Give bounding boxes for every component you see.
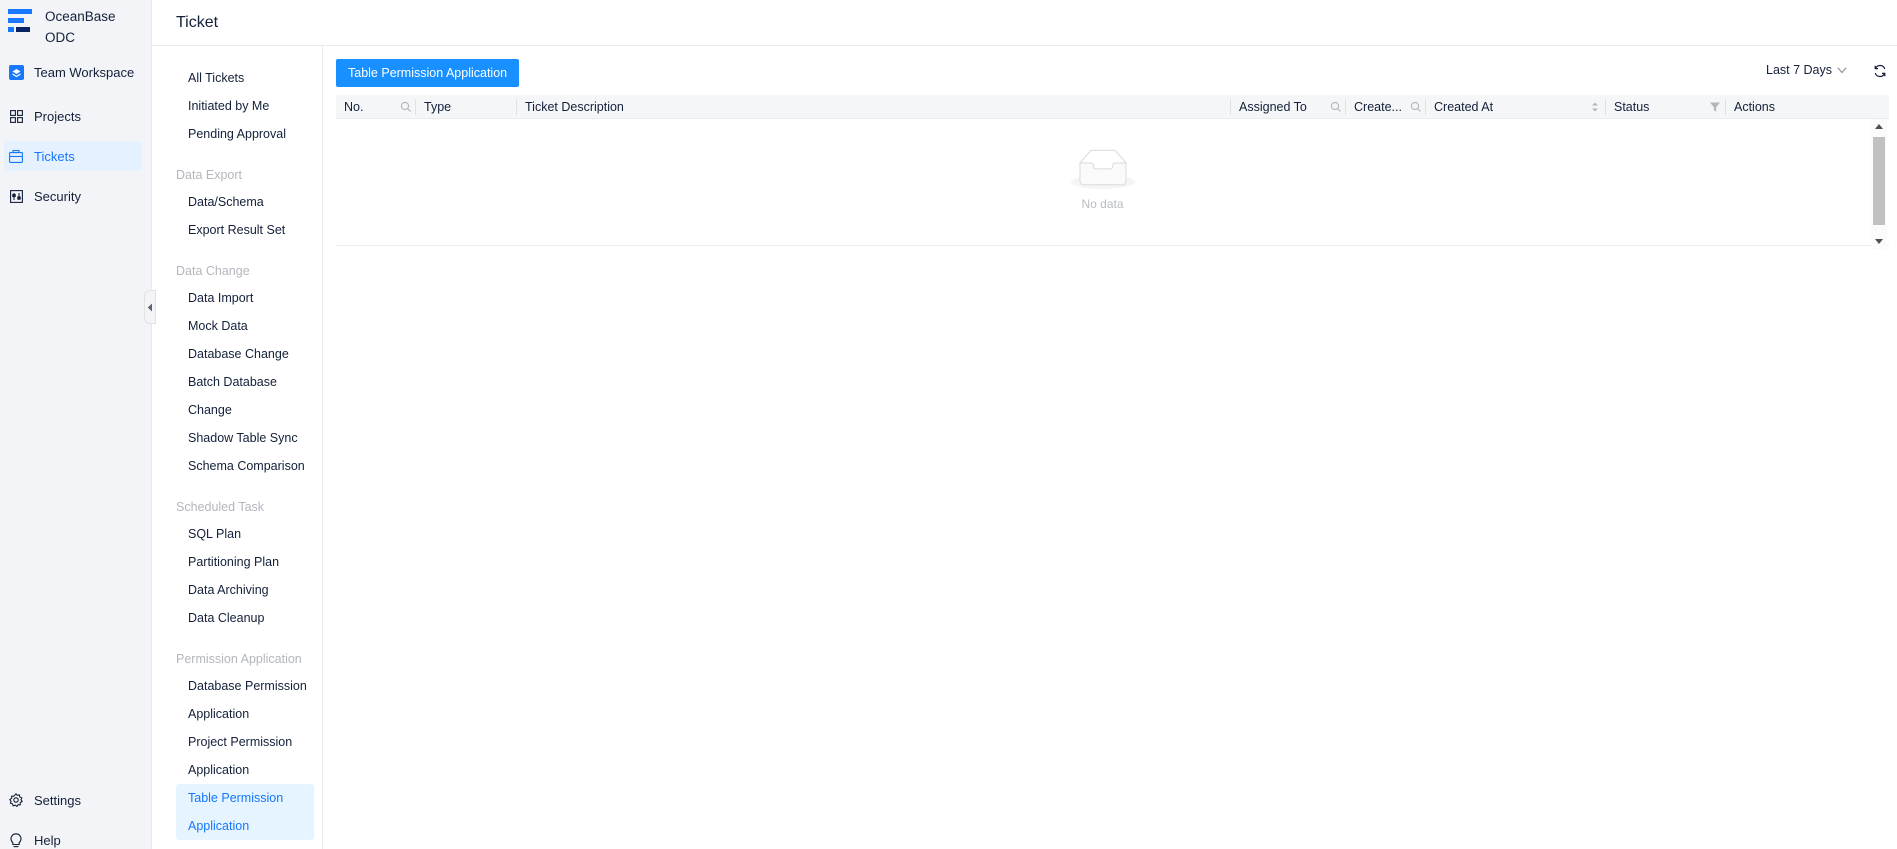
empty-inbox-icon bbox=[1070, 149, 1135, 189]
menu-group-data-change: Data Change bbox=[176, 264, 250, 278]
nav-projects[interactable]: Projects bbox=[4, 101, 142, 131]
create-table-permission-button[interactable]: Table Permission Application bbox=[336, 59, 520, 87]
column-type: Type bbox=[424, 100, 452, 114]
column-actions: Actions bbox=[1734, 100, 1775, 114]
menu-pending-approval[interactable]: Pending Approval bbox=[176, 120, 314, 148]
menu-database-permission[interactable]: Database Permission bbox=[176, 672, 314, 700]
search-icon[interactable] bbox=[1409, 100, 1423, 114]
lightbulb-icon bbox=[8, 832, 24, 848]
ticket-menu: All Tickets Initiated by Me Pending Appr… bbox=[152, 46, 323, 849]
nav-tickets-label: Tickets bbox=[34, 148, 75, 164]
scroll-down-icon[interactable] bbox=[1875, 239, 1883, 244]
column-no: No. bbox=[344, 100, 364, 114]
workspace-icon bbox=[8, 64, 24, 80]
menu-table-permission-application[interactable]: Table Permission Application bbox=[176, 784, 314, 840]
brand-line-2: ODC bbox=[45, 30, 75, 45]
brand-line-1: OceanBase bbox=[45, 9, 116, 24]
menu-schema-comparison[interactable]: Schema Comparison bbox=[176, 452, 314, 480]
brand-name: OceanBase ODC bbox=[45, 6, 116, 48]
nav-help[interactable]: Help bbox=[4, 825, 142, 849]
oceanbase-logo-icon bbox=[8, 9, 32, 43]
menu-database-permission-line2[interactable]: Application bbox=[176, 700, 314, 728]
menu-database-change[interactable]: Database Change bbox=[176, 340, 314, 368]
menu-data-schema[interactable]: Data/Schema bbox=[176, 188, 314, 216]
column-assigned-to: Assigned To bbox=[1239, 100, 1307, 114]
menu-table-permission-line1: Table Permission bbox=[188, 791, 284, 805]
refresh-icon bbox=[1874, 64, 1886, 78]
date-range-label: Last 7 Days bbox=[1766, 63, 1833, 77]
scrollbar-thumb[interactable] bbox=[1873, 137, 1885, 225]
table-body: No data bbox=[336, 119, 1889, 246]
menu-group-data-export: Data Export bbox=[176, 168, 243, 182]
column-created-by: Create... bbox=[1354, 100, 1402, 114]
menu-group-scheduled-task: Scheduled Task bbox=[176, 500, 265, 514]
nav-security[interactable]: Security bbox=[4, 181, 142, 211]
menu-data-import[interactable]: Data Import bbox=[176, 284, 314, 312]
table-header: No. Type Ticket Description Assigned To … bbox=[336, 95, 1889, 119]
menu-export-result-set[interactable]: Export Result Set bbox=[176, 216, 314, 244]
menu-project-permission-line2[interactable]: Application bbox=[176, 756, 314, 784]
menu-all-tickets[interactable]: All Tickets bbox=[176, 64, 314, 92]
column-status: Status bbox=[1614, 100, 1650, 114]
empty-state: No data bbox=[336, 149, 1869, 211]
nav-security-label: Security bbox=[34, 188, 81, 204]
filter-icon[interactable] bbox=[1708, 100, 1722, 114]
menu-mock-data[interactable]: Mock Data bbox=[176, 312, 314, 340]
search-icon[interactable] bbox=[1329, 100, 1343, 114]
column-ticket-description: Ticket Description bbox=[525, 100, 624, 114]
empty-state-text: No data bbox=[1081, 197, 1124, 211]
menu-data-archiving[interactable]: Data Archiving bbox=[176, 576, 314, 604]
date-range-filter[interactable]: Last 7 Days bbox=[1766, 63, 1847, 77]
nav-tickets[interactable]: Tickets bbox=[4, 141, 142, 171]
menu-table-permission-line2: Application bbox=[188, 819, 250, 833]
chevron-down-icon bbox=[1837, 66, 1847, 73]
menu-group-permission-application: Permission Application bbox=[176, 652, 302, 666]
ticket-icon bbox=[8, 148, 24, 164]
menu-batch-database-change-line2[interactable]: Change bbox=[176, 396, 314, 424]
nav-help-label: Help bbox=[34, 832, 61, 848]
nav-settings-label: Settings bbox=[34, 792, 81, 808]
menu-sql-plan[interactable]: SQL Plan bbox=[176, 520, 314, 548]
workspace-switcher[interactable]: Team Workspace bbox=[4, 57, 142, 87]
security-icon bbox=[8, 188, 24, 204]
gear-icon bbox=[8, 792, 24, 808]
menu-initiated-by-me[interactable]: Initiated by Me bbox=[176, 92, 314, 120]
menu-shadow-table-sync[interactable]: Shadow Table Sync bbox=[176, 424, 314, 452]
global-sidebar: OceanBase ODC Team Workspace Projects Ti… bbox=[0, 0, 156, 849]
grid-icon bbox=[8, 108, 24, 124]
menu-batch-database-change[interactable]: Batch Database bbox=[176, 368, 314, 396]
workspace-label: Team Workspace bbox=[34, 64, 135, 80]
nav-projects-label: Projects bbox=[34, 108, 81, 124]
tickets-table: No. Type Ticket Description Assigned To … bbox=[336, 95, 1889, 246]
page-title: Ticket bbox=[176, 14, 219, 31]
nav-settings[interactable]: Settings bbox=[4, 785, 142, 815]
page-header: Ticket bbox=[152, 0, 1897, 46]
menu-project-permission[interactable]: Project Permission bbox=[176, 728, 314, 756]
app-logo[interactable]: OceanBase ODC bbox=[8, 6, 116, 48]
menu-data-cleanup[interactable]: Data Cleanup bbox=[176, 604, 314, 632]
sort-icon[interactable] bbox=[1588, 100, 1602, 114]
column-created-at: Created At bbox=[1434, 100, 1494, 114]
scroll-up-icon[interactable] bbox=[1875, 124, 1883, 129]
search-icon[interactable] bbox=[399, 100, 413, 114]
table-scrollbar[interactable] bbox=[1871, 119, 1887, 249]
menu-partitioning-plan[interactable]: Partitioning Plan bbox=[176, 548, 314, 576]
refresh-button[interactable] bbox=[1873, 64, 1889, 80]
